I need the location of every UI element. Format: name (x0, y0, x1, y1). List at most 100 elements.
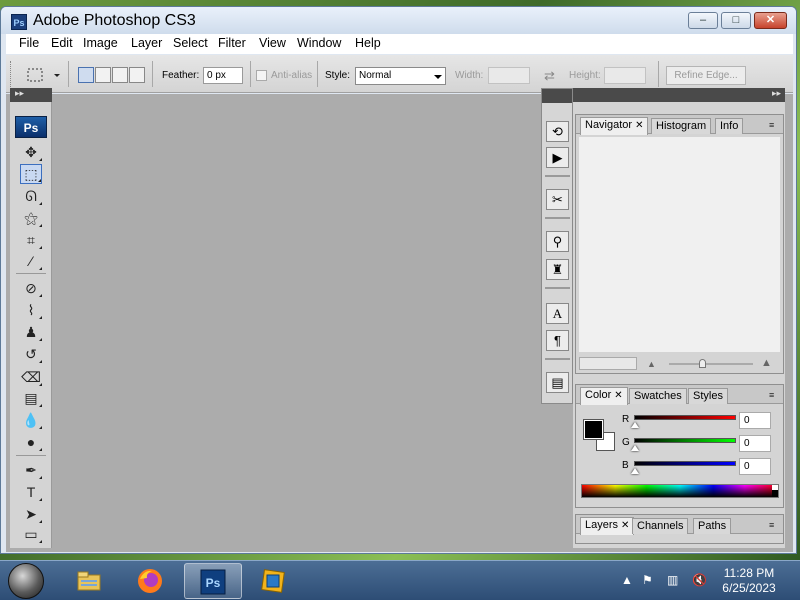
show-hidden-icons-icon[interactable]: ▲ (621, 573, 633, 587)
subtract-from-selection-icon[interactable] (112, 67, 128, 83)
taskbar-firefox[interactable] (122, 563, 180, 599)
menu-image[interactable]: Image (83, 36, 118, 50)
taskbar-photoshop[interactable]: Ps (184, 563, 242, 599)
style-select[interactable]: Normal (355, 67, 446, 85)
tab-layers[interactable]: Layers ✕ (580, 517, 635, 535)
zoom-slider-thumb[interactable] (699, 359, 706, 368)
green-value-input[interactable] (739, 435, 771, 452)
actions-icon[interactable]: ▶ (546, 147, 569, 168)
layer-comps-icon[interactable]: ▤ (546, 372, 569, 393)
swap-width-height-icon[interactable]: ⇄ (544, 68, 555, 84)
magic-wand-tool-icon[interactable]: ⚝ (20, 208, 42, 228)
new-selection-icon[interactable] (78, 67, 94, 83)
tool-presets-icon[interactable]: ✂ (546, 189, 569, 210)
zoom-in-icon[interactable]: ▲ (761, 357, 772, 369)
panel-menu-icon[interactable]: ≡ (769, 521, 779, 530)
network-icon[interactable]: ▥ (667, 573, 678, 587)
start-button[interactable] (8, 563, 44, 599)
brushes-icon[interactable]: ⚲ (546, 231, 569, 252)
taskbar-file-explorer[interactable] (61, 563, 119, 599)
paragraph-icon[interactable]: ¶ (546, 330, 569, 351)
eraser-tool-icon[interactable]: ⌫ (20, 367, 42, 387)
rectangular-marquee-tool-icon[interactable]: ⬚ (20, 164, 42, 184)
gradient-tool-icon[interactable]: ▤ (20, 388, 42, 408)
color-spectrum-ramp[interactable] (581, 484, 779, 498)
minimize-button[interactable]: – (688, 12, 718, 29)
maximize-button[interactable]: □ (721, 12, 751, 29)
width-input[interactable] (488, 67, 530, 84)
tab-paths[interactable]: Paths (693, 518, 732, 534)
blue-value-input[interactable] (739, 458, 771, 475)
lasso-tool-icon[interactable]: ᘏ (20, 186, 42, 206)
close-tab-icon[interactable]: ✕ (635, 120, 643, 131)
close-tab-icon[interactable]: ✕ (614, 390, 622, 401)
menu-window[interactable]: Window (297, 36, 341, 50)
eyedropper-tool-icon[interactable]: ⁄ (20, 251, 42, 271)
foreground-color-swatch[interactable] (583, 419, 604, 440)
title-bar[interactable]: Ps Adobe Photoshop CS3 – □ ✕ (1, 7, 796, 34)
menu-filter[interactable]: Filter (218, 36, 246, 50)
feather-input[interactable] (203, 67, 243, 84)
panel-menu-icon[interactable]: ≡ (769, 391, 779, 400)
shape-tool-icon[interactable]: ▭ (20, 524, 42, 544)
path-selection-tool-icon[interactable]: ➤ (20, 504, 42, 524)
red-slider-thumb[interactable] (631, 422, 639, 428)
tools-panel-header[interactable]: ▸▸ (10, 88, 52, 102)
dock-header[interactable] (542, 89, 572, 103)
history-icon[interactable]: ⟲ (546, 121, 569, 142)
tab-channels[interactable]: Channels (632, 518, 689, 534)
menu-layer[interactable]: Layer (131, 36, 162, 50)
menu-file[interactable]: File (19, 36, 39, 50)
action-center-flag-icon[interactable]: ⚑ (642, 573, 653, 587)
healing-brush-tool-icon[interactable]: ⊘ (20, 278, 42, 298)
crop-tool-icon[interactable]: ⌗ (20, 230, 42, 250)
intersect-selection-icon[interactable] (129, 67, 145, 83)
zoom-slider[interactable] (669, 363, 753, 365)
collapse-icon[interactable]: ▸▸ (15, 88, 24, 99)
type-tool-icon[interactable]: T (20, 482, 42, 502)
tab-styles[interactable]: Styles (688, 388, 728, 404)
menu-select[interactable]: Select (173, 36, 208, 50)
clone-source-icon[interactable]: ♜ (546, 259, 569, 280)
system-clock[interactable]: 11:28 PM 6/25/2023 (716, 566, 782, 596)
zoom-out-icon[interactable]: ▲ (647, 359, 656, 369)
brush-tool-icon[interactable]: ⌇ (20, 300, 42, 320)
clone-stamp-tool-icon[interactable]: ♟ (20, 322, 42, 342)
menu-view[interactable]: View (259, 36, 286, 50)
tab-histogram[interactable]: Histogram (651, 118, 712, 134)
panel-menu-icon[interactable]: ≡ (769, 121, 779, 130)
navigator-preview[interactable] (579, 137, 780, 352)
tab-swatches[interactable]: Swatches (629, 388, 687, 404)
blur-tool-icon[interactable]: 💧 (20, 410, 42, 430)
tab-navigator[interactable]: Navigator ✕ (580, 117, 649, 135)
pen-tool-icon[interactable]: ✒ (20, 460, 42, 480)
green-channel-slider[interactable] (634, 438, 736, 443)
refine-edge-button[interactable]: Refine Edge... (666, 66, 746, 85)
blue-channel-slider[interactable] (634, 461, 736, 466)
red-value-input[interactable] (739, 412, 771, 429)
tab-info[interactable]: Info (715, 118, 744, 134)
history-brush-tool-icon[interactable]: ↺ (20, 344, 42, 364)
tool-preset-picker[interactable] (26, 65, 66, 85)
move-tool-icon[interactable]: ✥ (20, 142, 42, 162)
collapse-icon[interactable]: ▸▸ (772, 88, 781, 99)
panel-column-header[interactable]: ▸▸ (573, 88, 785, 102)
photoshop-logo[interactable]: Ps (15, 116, 47, 138)
options-bar-grip[interactable] (10, 61, 14, 87)
close-button[interactable]: ✕ (754, 12, 787, 29)
black-swatch[interactable] (772, 490, 778, 497)
red-channel-slider[interactable] (634, 415, 736, 420)
character-icon[interactable]: A (546, 303, 569, 324)
volume-muted-icon[interactable]: 🔇 (692, 573, 707, 587)
close-tab-icon[interactable]: ✕ (621, 520, 629, 531)
green-slider-thumb[interactable] (631, 445, 639, 451)
tab-color[interactable]: Color ✕ (580, 387, 628, 405)
menu-help[interactable]: Help (355, 36, 381, 50)
blue-slider-thumb[interactable] (631, 468, 639, 474)
menu-edit[interactable]: Edit (51, 36, 73, 50)
dodge-tool-icon[interactable]: ● (20, 432, 42, 452)
anti-alias-checkbox[interactable] (256, 70, 267, 81)
add-to-selection-icon[interactable] (95, 67, 111, 83)
zoom-level-input[interactable] (579, 357, 637, 370)
height-input[interactable] (604, 67, 646, 84)
